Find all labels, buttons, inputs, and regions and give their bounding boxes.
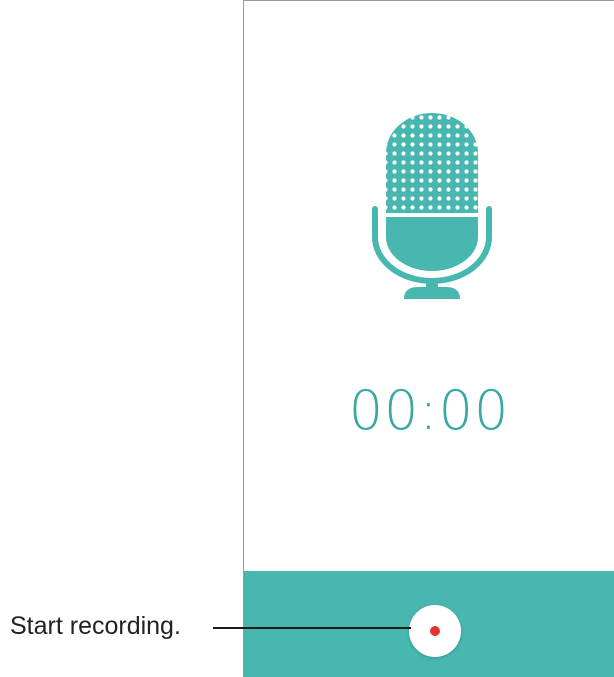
recorder-control-bar (244, 571, 614, 677)
callout-line (213, 627, 411, 629)
voice-recorder-screen: 00:00 (243, 0, 614, 677)
microphone-icon (372, 113, 492, 299)
record-dot-icon (430, 626, 440, 636)
callout-label: Start recording. (10, 612, 181, 640)
elapsed-time: 00:00 (348, 379, 510, 442)
record-button[interactable] (409, 605, 461, 657)
